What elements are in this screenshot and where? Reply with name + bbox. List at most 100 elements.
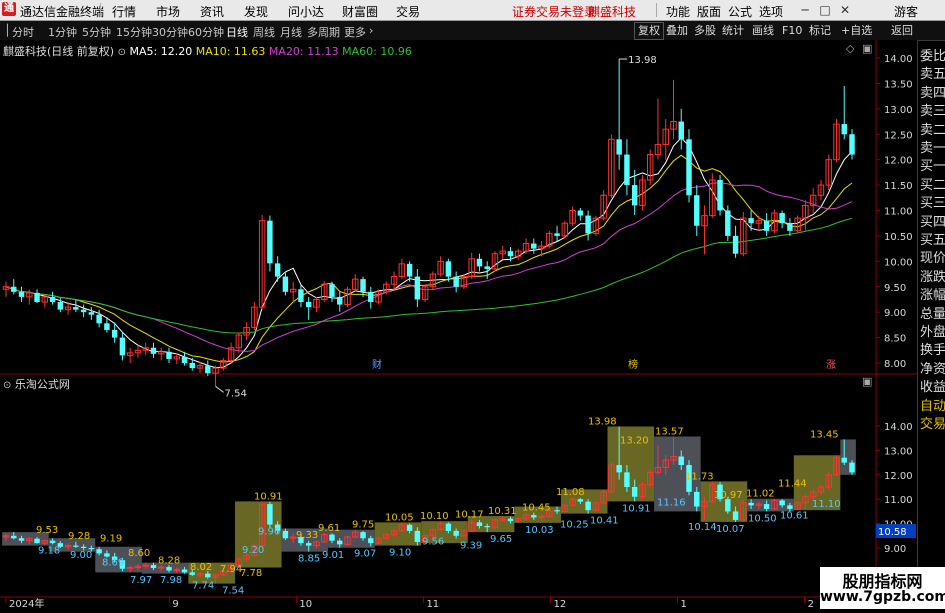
chart-area[interactable]: 14.00 13.50 13.00 12.50 12.00 11.50 11.00 10.50… <box>0 40 945 613</box>
add-watchlist-button[interactable]: +自选 <box>837 22 876 40</box>
axis-tick-label: 12.00 <box>884 156 913 167</box>
candle-body-down <box>119 337 126 356</box>
period-tab-1min[interactable]: 1分钟 <box>48 24 77 40</box>
minimize-icon[interactable]: ─ <box>797 2 813 18</box>
menu-item-function[interactable]: 功能 <box>666 3 690 20</box>
sub-value-label: 8.02 <box>190 562 212 573</box>
event-marker: 榜 <box>628 358 638 371</box>
menu-item-news[interactable]: 资讯 <box>200 3 224 20</box>
dropdown-icon[interactable]: ⊙ <box>118 47 126 58</box>
candle-body-down <box>305 302 312 308</box>
sub-value-label: 7.97 <box>130 575 152 586</box>
statistics-button[interactable]: 统计 <box>718 22 748 40</box>
high-price-label: 13.98 <box>628 55 657 66</box>
menu-item-market[interactable]: 市场 <box>156 3 180 20</box>
candle-body-down <box>73 307 79 310</box>
period-tab-30min[interactable]: 30分钟 <box>152 24 188 40</box>
side-panel-item: 收益 <box>920 380 945 396</box>
close-icon[interactable]: ✕ <box>837 2 853 18</box>
candle-body-down <box>694 195 700 226</box>
watermark: 股朋指标网 www.7gpzb.com <box>820 567 945 609</box>
login-notice[interactable]: 证券交易未登录 <box>512 3 596 20</box>
sub-candle-body-down <box>554 510 560 512</box>
draw-line-button[interactable]: 画线 <box>748 22 778 40</box>
period-tab-monthly[interactable]: 月线 <box>280 24 302 40</box>
period-tab-timeshare[interactable]: 分时 <box>12 24 34 40</box>
settings-icon[interactable]: ◇ <box>846 42 855 55</box>
period-tab-60min[interactable]: 60分钟 <box>188 24 224 40</box>
maximize-icon[interactable]: □ <box>817 2 833 18</box>
back-button[interactable]: 返回 <box>887 22 917 40</box>
sub-indicator-title: 乐淘公式网 <box>14 378 70 391</box>
axis-tick-label: 8.00 <box>884 359 906 370</box>
menu-item-wealth[interactable]: 财富圈 <box>342 3 378 20</box>
dropdown-icon[interactable]: ⊙ <box>3 380 11 391</box>
candle-body-down <box>717 180 723 211</box>
period-tab-more[interactable]: 更多 <box>344 24 366 40</box>
sub-candle-body-down <box>694 491 700 507</box>
candle-body-down <box>787 223 793 231</box>
sub-value-label: 9.01 <box>322 550 344 561</box>
sub-value-label: 11.73 <box>685 471 714 482</box>
sub-candle-body-down <box>406 524 413 531</box>
candle-body-down <box>150 347 157 354</box>
period-tab-5min[interactable]: 5分钟 <box>82 24 111 40</box>
period-tab-weekly[interactable]: 周线 <box>253 24 275 40</box>
multi-stock-button[interactable]: 多股 <box>690 22 720 40</box>
collapse-icon[interactable]: ▣ <box>862 375 872 388</box>
date-tick-label: 10 <box>299 599 312 609</box>
sub-candle-body-down <box>18 538 25 541</box>
sub-candle-body-down <box>166 567 172 571</box>
sub-candle-body-down <box>585 501 591 511</box>
f10-button[interactable]: F10 <box>778 22 806 40</box>
menu-item-trade[interactable]: 交易 <box>396 3 420 20</box>
sub-candle-body-down <box>624 472 630 487</box>
candle-body-down <box>337 296 343 305</box>
sub-candle-body-down <box>841 457 847 463</box>
period-tab-daily[interactable]: 日线 <box>226 24 248 40</box>
side-panel-item: 外盘 <box>920 325 945 340</box>
menu-item-discover[interactable]: 发现 <box>244 3 268 20</box>
mark-button[interactable]: 标记 <box>805 22 835 40</box>
sub-value-label: 9.56 <box>422 536 444 547</box>
sub-candle-body-down <box>360 532 366 539</box>
side-panel-item[interactable]: 交易 <box>920 413 945 432</box>
menu-item-ask[interactable]: 问小达 <box>288 3 324 20</box>
guest-user[interactable]: 游客 <box>894 3 918 20</box>
candle-body-down <box>476 258 483 267</box>
menu-item-quotes[interactable]: 行情 <box>112 3 136 20</box>
axis-tick-label: 12.50 <box>884 130 913 141</box>
menu-item-options[interactable]: 选项 <box>759 3 783 20</box>
candle-body-down <box>631 185 638 206</box>
sub-candle-body-down <box>104 553 110 557</box>
sub-value-label: 10.61 <box>780 511 809 522</box>
period-tab-multi[interactable]: 多周期 <box>307 24 340 40</box>
chevron-right-icon[interactable]: › <box>369 24 373 37</box>
date-tick-label: 2 <box>808 599 814 609</box>
watermark-url: www.7gpzb.com <box>820 589 945 605</box>
menu-divider <box>100 3 101 17</box>
side-panel-item[interactable]: 自动 <box>920 395 945 414</box>
axis-tick-label: 9.50 <box>884 283 906 294</box>
candle-body-down <box>414 276 421 300</box>
sub-value-label: 7.98 <box>160 575 182 586</box>
sub-candle-body-down <box>80 546 87 548</box>
collapse-icon[interactable]: ▣ <box>862 42 872 55</box>
sub-value-label: 10.25 <box>560 520 589 531</box>
candle-body-down <box>507 251 514 257</box>
sub-candle-body-down <box>453 530 459 536</box>
sub-candle-body-down <box>763 504 770 509</box>
candle-body-down <box>166 351 172 359</box>
menu-item-formula[interactable]: 公式 <box>728 3 752 20</box>
candle-body-down <box>616 139 622 155</box>
period-tab[interactable]: │ <box>4 24 11 37</box>
axis-tick-label: 11.00 <box>884 495 913 506</box>
overlay-button[interactable]: 叠加 <box>662 22 692 40</box>
period-tab-15min[interactable]: 15分钟 <box>116 24 152 40</box>
adjust-button[interactable]: 复权 <box>634 22 664 40</box>
kline-chart[interactable]: 14.00 13.50 13.00 12.50 12.00 11.50 11.00 10.50… <box>0 40 945 610</box>
axis-tick-label: 13.00 <box>884 446 913 457</box>
side-panel-item: 买五 <box>920 233 945 248</box>
menu-item-layout[interactable]: 版面 <box>697 3 721 20</box>
sub-value-label: 7.74 <box>192 581 214 592</box>
